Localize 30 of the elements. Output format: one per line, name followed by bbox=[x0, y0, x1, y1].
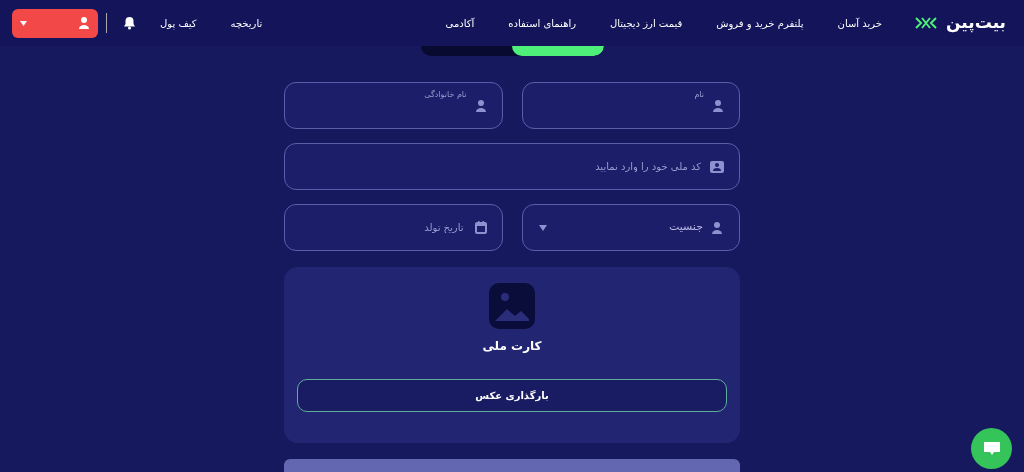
user-icon bbox=[711, 220, 723, 235]
chat-icon bbox=[982, 440, 1001, 457]
input-field[interactable] bbox=[521, 82, 740, 129]
logo-icon bbox=[914, 17, 939, 29]
input-field[interactable]: کد ملی خود را وارد نمایید bbox=[284, 143, 740, 190]
notification-bell-icon[interactable] bbox=[123, 16, 136, 30]
upload-title: کارت ملی bbox=[482, 338, 542, 355]
user-icon bbox=[712, 98, 724, 113]
user-icon bbox=[78, 16, 90, 30]
nav-link[interactable]: تاریخچه bbox=[230, 15, 263, 31]
input-field[interactable]: تاریخ تولد bbox=[284, 204, 503, 251]
input-field[interactable] bbox=[284, 82, 503, 129]
nav-link[interactable]: راهنمای استفاده bbox=[508, 15, 577, 31]
chat-button[interactable] bbox=[971, 428, 1012, 469]
mode-toggle[interactable] bbox=[420, 46, 604, 56]
upload-photo-button[interactable]: بارگذاری عکس bbox=[297, 379, 727, 412]
caret-icon bbox=[538, 224, 547, 231]
gender-select[interactable]: جنسیت bbox=[521, 204, 740, 251]
user-icon bbox=[474, 98, 487, 113]
brand-logo[interactable]: بیت‌پین bbox=[946, 10, 1006, 36]
nav-link[interactable]: خرید آسان bbox=[837, 15, 883, 31]
field-label: نام bbox=[694, 89, 704, 101]
caret-icon bbox=[20, 20, 27, 26]
field-label: نام خانوادگی bbox=[424, 89, 467, 101]
nav-link[interactable]: کیف پول bbox=[160, 15, 197, 31]
image-icon bbox=[489, 283, 535, 329]
nav-link[interactable]: پلتفرم خرید و فروش bbox=[716, 15, 804, 31]
nav-link[interactable]: قیمت ارز دیجیتال bbox=[610, 15, 683, 31]
nav-link[interactable]: آکادمی bbox=[445, 15, 475, 31]
account-menu-button[interactable] bbox=[12, 8, 98, 38]
